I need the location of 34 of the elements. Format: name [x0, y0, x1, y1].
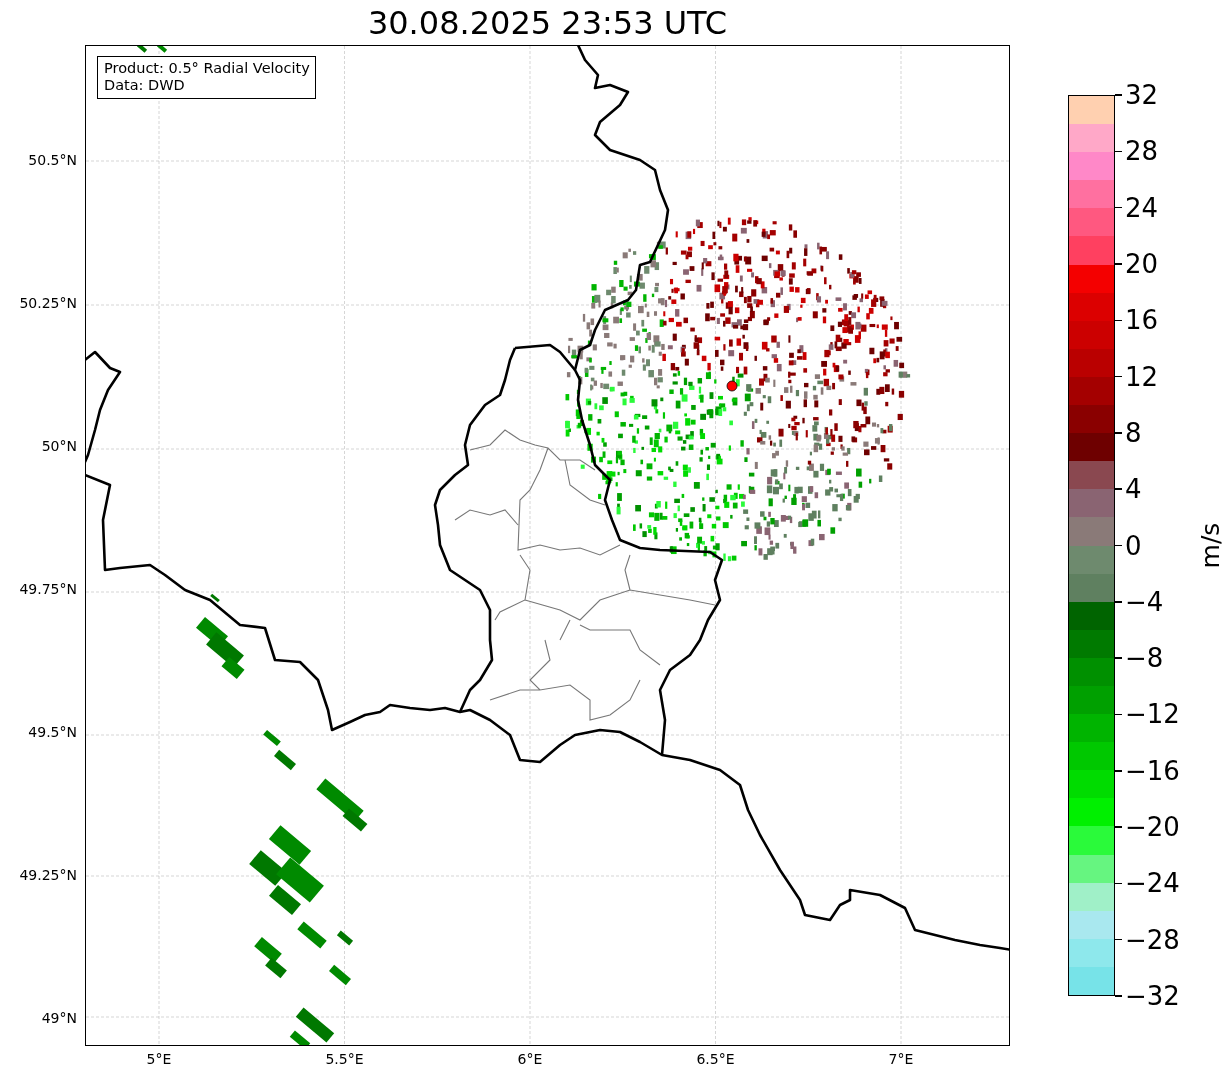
colorbar-tick-label: 28 [1125, 136, 1159, 167]
latitude-label: 49.25°N [19, 866, 77, 884]
latitude-label: 50°N [41, 437, 77, 455]
colorbar-tick-label: −12 [1125, 699, 1180, 730]
latitude-label: 50.25°N [19, 294, 77, 312]
colorbar-tick-label: 0 [1125, 530, 1142, 561]
colorbar-tick-label: −20 [1125, 812, 1180, 843]
radar-site-marker [726, 380, 738, 392]
colorbar-tick-label: 16 [1125, 305, 1159, 336]
colorbar-tick-label: −8 [1125, 643, 1164, 674]
colorbar-tick-label: −28 [1125, 924, 1180, 955]
longitude-label: 7°E [887, 1050, 915, 1068]
colorbar-tick-label: 8 [1125, 417, 1142, 448]
colorbar-tick-label: −4 [1125, 586, 1164, 617]
info-text: Data: DWD [104, 77, 186, 94]
longitude-label: 6.5°E [695, 1050, 736, 1068]
colorbar-tick-label: −32 [1125, 981, 1180, 1011]
colorbar-tick-label: 12 [1125, 361, 1159, 392]
colorbar-unit-label: m/s [1196, 522, 1225, 569]
colorbar-tick-label: −16 [1125, 755, 1180, 786]
colorbar-tick-label: 4 [1125, 474, 1142, 505]
colorbar-tick-label: 24 [1125, 192, 1159, 223]
colorbar-tick-label: −24 [1125, 868, 1180, 899]
longitude-label: 5°E [145, 1050, 173, 1068]
latitude-label: 49.5°N [28, 723, 77, 741]
colorbar-tick-label: 32 [1125, 80, 1159, 110]
latitude-label: 49°N [41, 1009, 77, 1027]
latitude-label: 49.75°N [19, 580, 77, 598]
info-text: Product: 0.5° Radial Velocity [104, 60, 310, 77]
latitude-label: 50.5°N [28, 151, 77, 169]
longitude-label: 5.5°E [324, 1050, 365, 1068]
chart-title: 30.08.2025 23:53 UTC [367, 3, 728, 42]
longitude-label: 6°E [516, 1050, 544, 1068]
colorbar-tick-label: 20 [1125, 248, 1159, 279]
